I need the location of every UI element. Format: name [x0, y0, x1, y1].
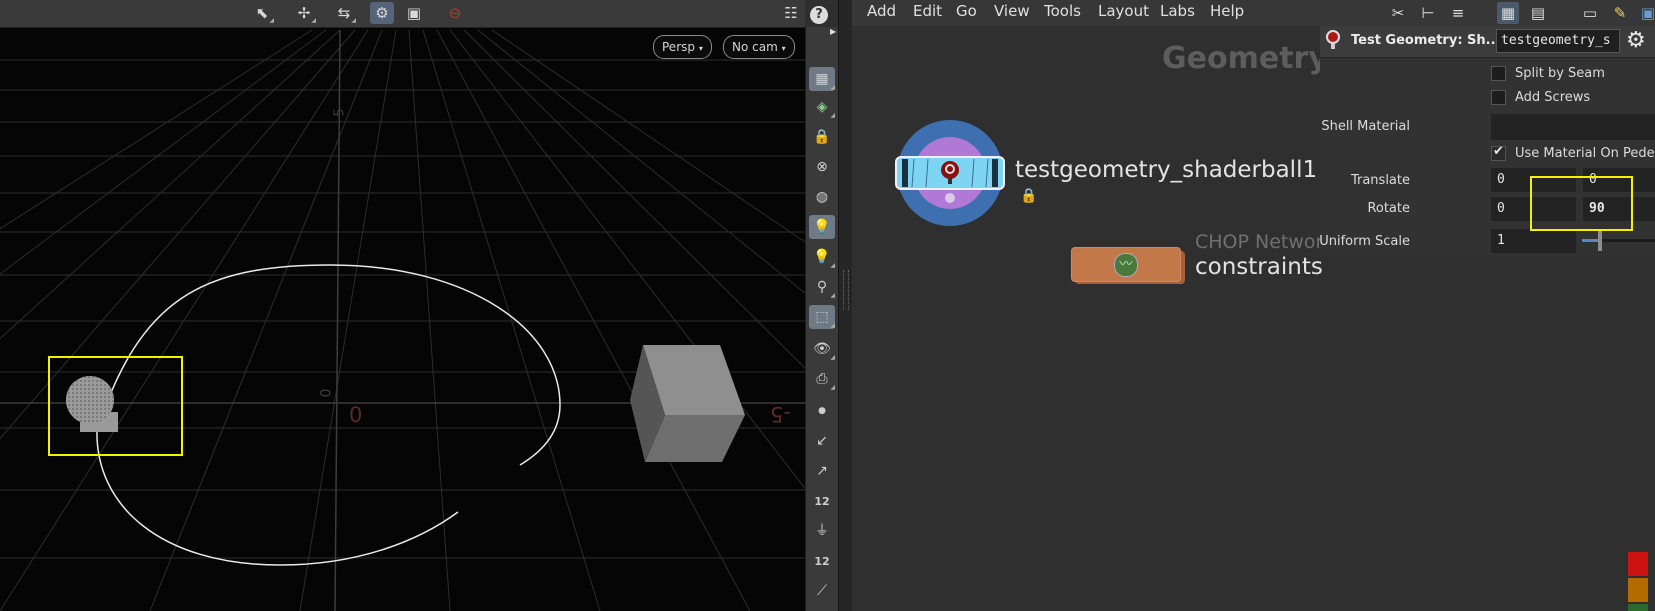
camera-label: No cam — [732, 40, 778, 54]
menu-layout[interactable]: Layout — [1098, 0, 1149, 22]
selection-highlight-box — [48, 356, 183, 456]
prim-normal-icon[interactable]: ⏚ — [809, 519, 835, 543]
viewport-canvas[interactable] — [0, 0, 805, 611]
shading-mode-icon[interactable]: ◍ — [809, 185, 835, 209]
record-icon[interactable]: ⊖ — [443, 2, 467, 24]
menu-tools[interactable]: Tools — [1044, 0, 1081, 22]
transform-tool-icon[interactable]: ✢ ◢ — [292, 2, 316, 24]
chevron-down-icon: ▾ — [781, 44, 786, 53]
split-by-seam-checkbox[interactable] — [1491, 66, 1506, 81]
camera-menu[interactable]: No cam ▾ — [723, 35, 795, 59]
menu-go[interactable]: Go — [956, 0, 977, 22]
camera-view-label: Persp — [662, 40, 695, 54]
snap-tool-icon[interactable]: ⚙ — [370, 2, 394, 24]
grid-label: 5 — [332, 108, 348, 117]
prim-number-label: 12 — [814, 555, 830, 568]
display-options-icon[interactable]: ☷ — [779, 2, 803, 24]
menu-labs[interactable]: Labs — [1160, 0, 1195, 22]
select-tool-icon[interactable]: ⬉ ◢ — [250, 2, 274, 24]
grid-toggle-icon[interactable]: ▦ ◢ — [809, 67, 835, 91]
background-image-icon[interactable]: ⬚ ◢ — [809, 305, 835, 329]
color-palette-icon[interactable]: ▦ — [1497, 2, 1519, 24]
prim-number-icon[interactable]: 12 — [809, 549, 835, 573]
node-testgeometry-shaderball[interactable] — [890, 118, 1010, 228]
help-icon[interactable]: ? — [808, 2, 830, 24]
translate-label: Translate — [1350, 173, 1410, 188]
rotate-highlight-box — [1530, 176, 1633, 231]
list-view-icon[interactable]: ≡ — [1447, 2, 1469, 24]
normal-display-icon[interactable]: ↙ — [809, 429, 835, 453]
error-indicator[interactable] — [1628, 552, 1648, 576]
add-screws-checkbox[interactable] — [1491, 90, 1506, 105]
uniform-scale-label: Uniform Scale — [1319, 234, 1410, 249]
collapse-arrow-icon[interactable]: ▶ — [830, 27, 836, 36]
uniform-scale-slider-handle[interactable] — [1598, 229, 1602, 251]
node-name-input[interactable]: testgeometry_s — [1496, 29, 1620, 53]
grid-view-icon[interactable]: ▤ — [1527, 2, 1549, 24]
construction-plane-icon[interactable]: ◈ ◢ — [809, 95, 835, 119]
tree-view-icon[interactable]: ⊢ — [1417, 2, 1439, 24]
tools-icon[interactable]: ✂ — [1387, 2, 1409, 24]
chop-node-name-label[interactable]: constraints — [1195, 254, 1323, 280]
use-material-on-pedestal-label: Use Material On Pedest — [1515, 146, 1655, 161]
menu-add[interactable]: Add — [867, 0, 896, 22]
camera-snapshot-icon[interactable]: ⎙ ◢ — [809, 367, 835, 391]
hide-selected-icon[interactable]: ⊗ — [809, 155, 835, 179]
add-screws-label: Add Screws — [1515, 90, 1591, 105]
shell-material-input[interactable] — [1491, 114, 1655, 140]
camera-view-menu[interactable]: Persp ▾ — [653, 35, 712, 59]
handle-tool-icon[interactable]: ⇆ ◢ — [332, 2, 356, 24]
splitter-grip-icon — [843, 270, 849, 310]
headlight-icon[interactable]: 💡 ◢ — [809, 245, 835, 269]
network-context-title: Geometry — [1162, 41, 1328, 76]
shell-material-label: Shell Material — [1321, 119, 1410, 134]
menu-edit[interactable]: Edit — [913, 0, 942, 22]
warning-indicator[interactable] — [1628, 578, 1648, 602]
layout-icon[interactable]: ▭ — [1579, 2, 1601, 24]
cube-object[interactable] — [630, 345, 745, 462]
menu-help[interactable]: Help — [1210, 0, 1244, 22]
point-normal-icon[interactable]: ↗ — [809, 459, 835, 483]
grid-label: -5 — [770, 402, 791, 426]
param-header-title: Test Geometry: Sh... — [1351, 33, 1501, 48]
scene-viewport[interactable]: 5 0 0 -5 Persp ▾ No cam ▾ — [0, 0, 805, 611]
lock-icon[interactable]: 🔒 — [809, 125, 835, 149]
visualizer-icon[interactable]: 👁 ◢ — [809, 337, 835, 361]
split-by-seam-label: Split by Seam — [1515, 66, 1605, 81]
checkmark-icon: ✔ — [1493, 144, 1504, 159]
grid-label: 0 — [318, 388, 335, 398]
lock-icon: 🔒 — [1020, 188, 1038, 204]
ok-indicator[interactable] — [1628, 604, 1648, 611]
chevron-down-icon: ▾ — [698, 44, 703, 53]
use-material-on-pedestal-checkbox[interactable]: ✔ — [1491, 144, 1506, 161]
viewport-toolbar: ⬉ ◢ ✢ ◢ ⇆ ◢ ⚙ ▣ ⊖ ☷ ? — [0, 0, 828, 28]
light-link-icon[interactable]: ⚲ ◢ — [809, 275, 835, 299]
node-constraints[interactable]: 〰 — [1071, 247, 1181, 282]
point-display-icon[interactable]: ● — [809, 399, 835, 423]
uv-display-icon[interactable]: ⟋ — [809, 579, 835, 603]
image-icon[interactable]: ▣ — [1637, 2, 1655, 24]
main-menubar: Add Edit Go View Tools Layout Labs Help … — [852, 0, 1655, 26]
rotate-label: Rotate — [1367, 201, 1410, 216]
parameter-header: Test Geometry: Sh... testgeometry_s ⚙ — [1320, 26, 1655, 58]
viewport-display-sidebar: ▶ ▦ ◢ ◈ ◢ 🔒 ⊗ ◍ 💡 💡 ◢ ⚲ ◢ ⬚ ◢ 👁 ◢ ⎙ ◢ ● ↙ ↗ 12 … — [805, 27, 838, 611]
chop-wave-icon: 〰 — [1114, 253, 1138, 277]
gear-icon[interactable]: ⚙ — [1626, 28, 1650, 54]
uniform-scale-slider-track[interactable] — [1582, 239, 1655, 242]
uniform-scale-input[interactable]: 1 — [1491, 229, 1576, 253]
grid-label: 0 — [349, 403, 363, 427]
menu-view[interactable]: View — [994, 0, 1030, 22]
lighting-icon[interactable]: 💡 — [809, 215, 835, 239]
view-tool-icon[interactable]: ▣ — [402, 2, 426, 24]
point-number-icon[interactable]: 12 — [809, 489, 835, 513]
point-number-label: 12 — [814, 495, 830, 508]
shaderball-node-icon — [1326, 30, 1344, 52]
sticky-note-icon[interactable]: ✎ — [1609, 2, 1631, 24]
